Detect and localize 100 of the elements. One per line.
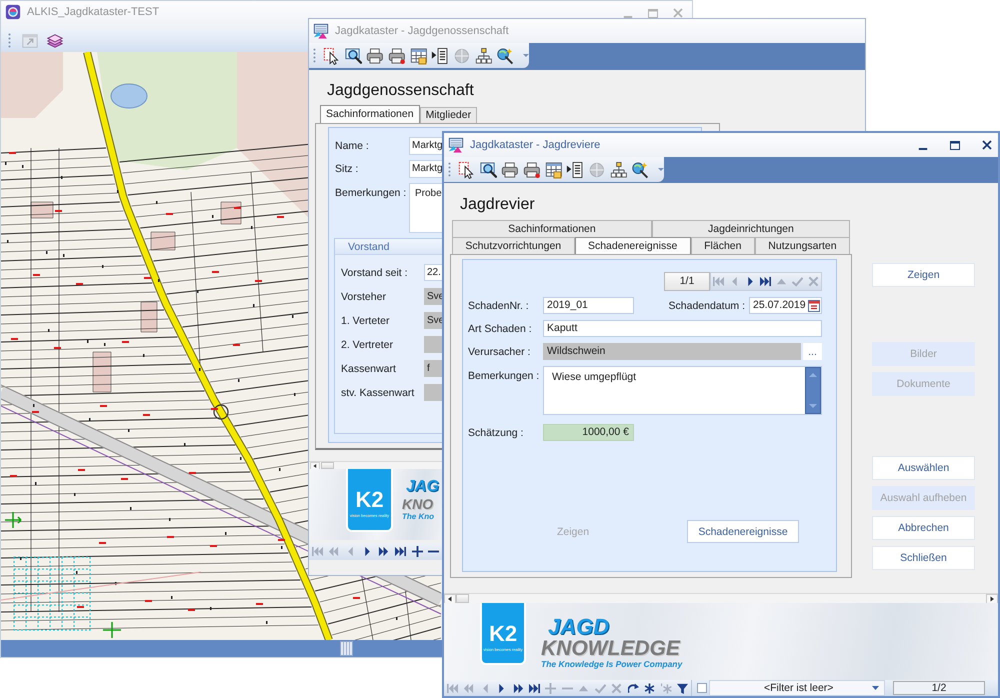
hierarchy-icon[interactable] xyxy=(610,160,628,178)
caret-icon[interactable] xyxy=(523,54,530,57)
printer-icon[interactable] xyxy=(523,160,541,178)
window-title: ALKIS_Jagdkataster-TEST xyxy=(27,5,160,20)
maximize-icon[interactable] xyxy=(950,140,960,150)
record-counter: 1/1 xyxy=(664,272,710,291)
field-label: Sitz : xyxy=(335,163,360,175)
magnifier-icon[interactable] xyxy=(344,46,362,64)
magnifier-star-icon[interactable] xyxy=(631,160,650,178)
banner-title: JAGD xyxy=(548,615,610,638)
button[interactable]: Auswählen xyxy=(872,456,975,480)
lookup-field[interactable] xyxy=(424,384,442,401)
field-label: Vorsteher xyxy=(341,290,387,302)
selection-arrow-icon[interactable] xyxy=(458,160,476,178)
magnifier-icon[interactable] xyxy=(480,160,498,178)
page-counter: 1/2 xyxy=(893,681,985,695)
skip-forward-icon[interactable] xyxy=(528,682,540,694)
tab[interactable]: Flächen xyxy=(690,237,755,254)
checkbox[interactable] xyxy=(697,683,707,693)
lookup-field[interactable] xyxy=(424,336,442,353)
field-label: Vorstand seit : xyxy=(341,266,409,278)
skip-forward-icon[interactable] xyxy=(394,546,406,557)
grip-icon[interactable] xyxy=(8,33,11,48)
memo-field[interactable]: Probe xyxy=(409,183,442,233)
minimize-icon[interactable] xyxy=(918,148,928,150)
button[interactable]: Schließen xyxy=(872,546,975,570)
horizontal-scrollbar[interactable] xyxy=(1,640,442,657)
field-label: stv. Kassenwart xyxy=(341,386,416,398)
app-icon xyxy=(5,4,21,20)
text-field[interactable]: 22. xyxy=(424,264,442,281)
close-icon[interactable] xyxy=(982,140,992,150)
field-label: Verursacher : xyxy=(468,346,532,358)
grip-icon[interactable] xyxy=(448,162,451,177)
field-label: 2. Vertreter xyxy=(341,338,394,350)
text-field[interactable]: 2019_01 xyxy=(543,297,634,314)
banner-subtitle: KNO xyxy=(402,496,434,512)
field-label: 1. Verteter xyxy=(341,314,390,326)
field-label: Bemerkungen : xyxy=(468,369,540,382)
printer-icon[interactable] xyxy=(388,46,406,64)
vertical-scrollbar[interactable] xyxy=(805,367,821,414)
tab[interactable]: Mitglieder xyxy=(420,107,478,123)
form-heading: Jagdgenossenschaft xyxy=(327,81,474,100)
field-label: Schadendatum : xyxy=(668,300,745,312)
caret-icon[interactable] xyxy=(872,686,879,690)
scroll-thumb[interactable] xyxy=(456,594,469,603)
button[interactable]: Schadenereignisse xyxy=(687,520,799,543)
window-title: Jagdkataster - Jagdreviere xyxy=(470,138,600,153)
memo-field[interactable]: Wiese umgepflügt xyxy=(543,366,822,415)
layers-icon[interactable] xyxy=(46,32,64,50)
horizontal-scrollbar[interactable] xyxy=(444,593,998,603)
tab[interactable]: Sachinformationen xyxy=(320,105,420,123)
form-heading: Jagdrevier xyxy=(460,195,535,214)
window-title: Jagdkataster - Jagdgenossenschaft xyxy=(335,24,509,39)
button[interactable]: Abbrechen xyxy=(872,516,975,540)
tab[interactable]: Nutzungsarten xyxy=(754,237,850,254)
tab[interactable]: Sachinformationen xyxy=(452,220,652,237)
grip-icon[interactable] xyxy=(313,48,316,63)
list-icon[interactable] xyxy=(566,160,584,178)
asterisk-icon[interactable] xyxy=(644,682,656,694)
redo-arrow-icon[interactable] xyxy=(628,682,639,694)
magnifier-star-icon[interactable] xyxy=(496,46,514,64)
field-label: Bemerkungen : xyxy=(335,186,408,199)
filter-dropdown[interactable]: <Filter ist leer> xyxy=(709,680,885,696)
app-icon xyxy=(448,137,464,153)
date-field[interactable]: 25.07.2019 xyxy=(749,297,822,314)
button[interactable]: Zeigen xyxy=(872,263,975,287)
list-icon[interactable] xyxy=(431,46,450,64)
text-field[interactable]: Marktg xyxy=(409,160,442,178)
banner-title: JAG xyxy=(406,478,439,496)
fast-forward-icon[interactable] xyxy=(512,682,524,694)
hierarchy-icon[interactable] xyxy=(474,46,492,64)
fast-forward-icon[interactable] xyxy=(378,546,390,557)
caret-icon[interactable] xyxy=(658,168,664,171)
table-icon[interactable] xyxy=(544,160,562,178)
skip-forward-icon[interactable] xyxy=(760,276,772,287)
plus-icon[interactable] xyxy=(412,546,423,557)
text-field[interactable]: Kaputt xyxy=(543,320,822,337)
logo-text: K2 xyxy=(488,622,518,644)
tab[interactable]: Schutzvorrichtungen xyxy=(452,237,575,254)
printer-icon[interactable] xyxy=(366,46,384,64)
amount-field[interactable]: 1000,00 € xyxy=(543,424,634,441)
horizontal-scrollbar[interactable] xyxy=(309,461,442,469)
text-field[interactable]: Marktg xyxy=(409,137,442,155)
printer-icon[interactable] xyxy=(501,160,520,178)
table-icon[interactable] xyxy=(410,46,428,64)
tab[interactable]: Jagdeinrichtungen xyxy=(652,220,850,237)
tab[interactable]: Schadenereignisse xyxy=(574,237,691,254)
calendar-icon[interactable] xyxy=(808,300,820,312)
scroll-right-icon[interactable] xyxy=(986,594,998,604)
funnel-icon[interactable] xyxy=(677,682,688,694)
banner-subtitle: KNOWLEDGE xyxy=(541,638,680,659)
lookup-field[interactable]: Wildschwein xyxy=(543,343,801,360)
scroll-thumb[interactable] xyxy=(321,462,334,469)
selection-arrow-icon[interactable] xyxy=(322,46,341,64)
scroll-thumb[interactable] xyxy=(340,641,353,656)
field-label: Schätzung : xyxy=(468,426,524,438)
browse-button[interactable]: ... xyxy=(803,343,822,360)
field-label: SchadenNr. : xyxy=(468,300,530,312)
lookup-field[interactable]: f xyxy=(424,360,442,377)
scroll-left-icon[interactable] xyxy=(444,594,456,604)
